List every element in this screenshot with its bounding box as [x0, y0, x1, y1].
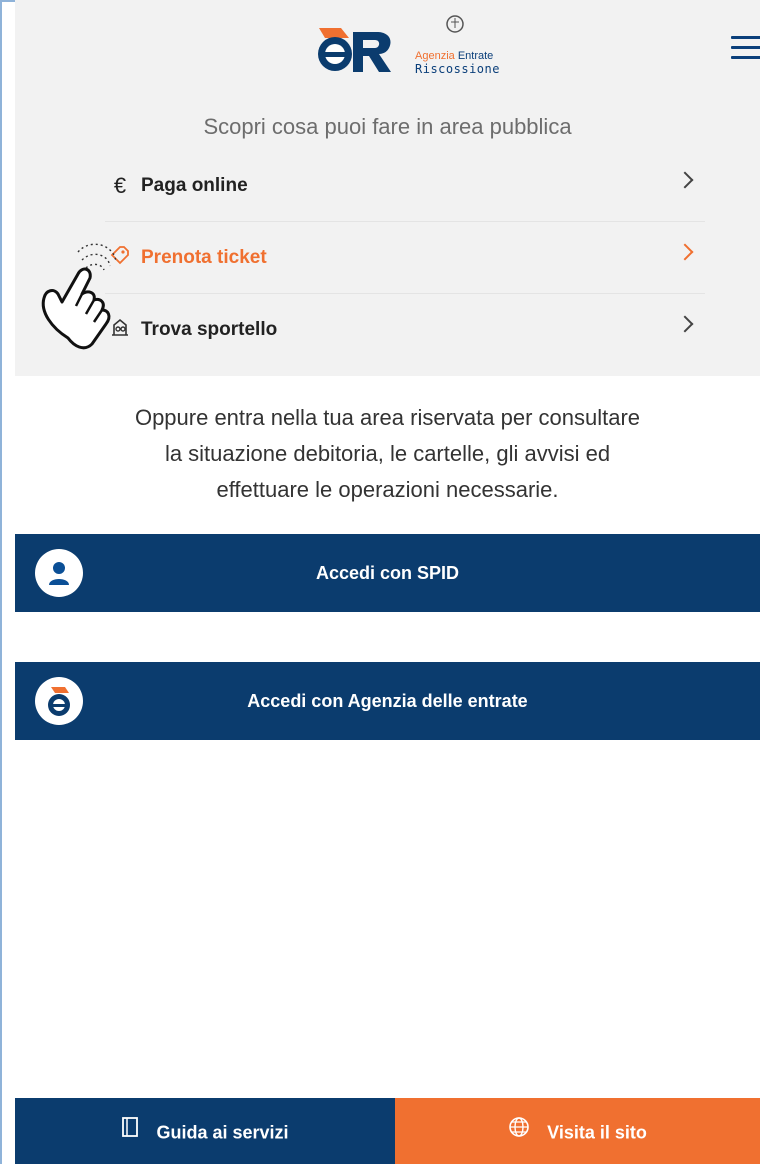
public-area-panel: Agenzia Entrate Riscossione Scopri cosa … — [15, 0, 760, 376]
footer-bar: Guida ai servizi Visita il sito — [15, 1098, 760, 1164]
ticket-icon — [105, 243, 135, 273]
visita-sito-label: Visita il sito — [547, 1122, 647, 1143]
login-agenzia-entrate-label: Accedi con Agenzia delle entrate — [247, 691, 528, 711]
header: Agenzia Entrate Riscossione — [15, 0, 760, 95]
login-spid-button[interactable]: Accedi con SPID — [15, 534, 760, 612]
public-area-subtitle: Scopri cosa puoi fare in area pubblica — [203, 114, 572, 139]
euro-icon: € — [113, 172, 127, 198]
public-item-label: Trova sportello — [141, 318, 278, 340]
globe-icon — [508, 1099, 530, 1165]
guida-servizi-label: Guida ai servizi — [156, 1122, 289, 1143]
public-services-list: € Paga online Prenota ticket Trova sport… — [105, 150, 705, 365]
login-spid-label: Accedi con SPID — [315, 563, 460, 583]
public-item-label: Paga online — [141, 174, 248, 196]
chevron-right-icon — [676, 171, 694, 189]
office-icon — [105, 315, 135, 345]
logo[interactable]: Agenzia Entrate Riscossione — [305, 14, 505, 76]
public-item-trova-sportello[interactable]: Trova sportello — [105, 294, 705, 365]
public-item-prenota-ticket[interactable]: Prenota ticket — [105, 222, 705, 294]
document-icon — [121, 1099, 139, 1165]
reserved-area-info: Oppure entra nella tua area riservata pe… — [134, 405, 641, 502]
login-agenzia-entrate-button[interactable]: Accedi con Agenzia delle entrate — [15, 662, 760, 740]
guida-servizi-button[interactable]: Guida ai servizi — [15, 1098, 395, 1164]
visita-sito-button[interactable]: Visita il sito — [395, 1098, 760, 1164]
chevron-right-icon — [676, 315, 694, 333]
public-item-paga-online[interactable]: € Paga online — [105, 150, 705, 222]
public-item-label: Prenota ticket — [141, 246, 267, 268]
chevron-right-icon — [676, 243, 694, 261]
logo-text-line2: Riscossione — [415, 62, 500, 76]
hamburger-icon[interactable] — [731, 36, 760, 62]
logo-text-line1: Agenzia Entrate — [415, 50, 494, 62]
